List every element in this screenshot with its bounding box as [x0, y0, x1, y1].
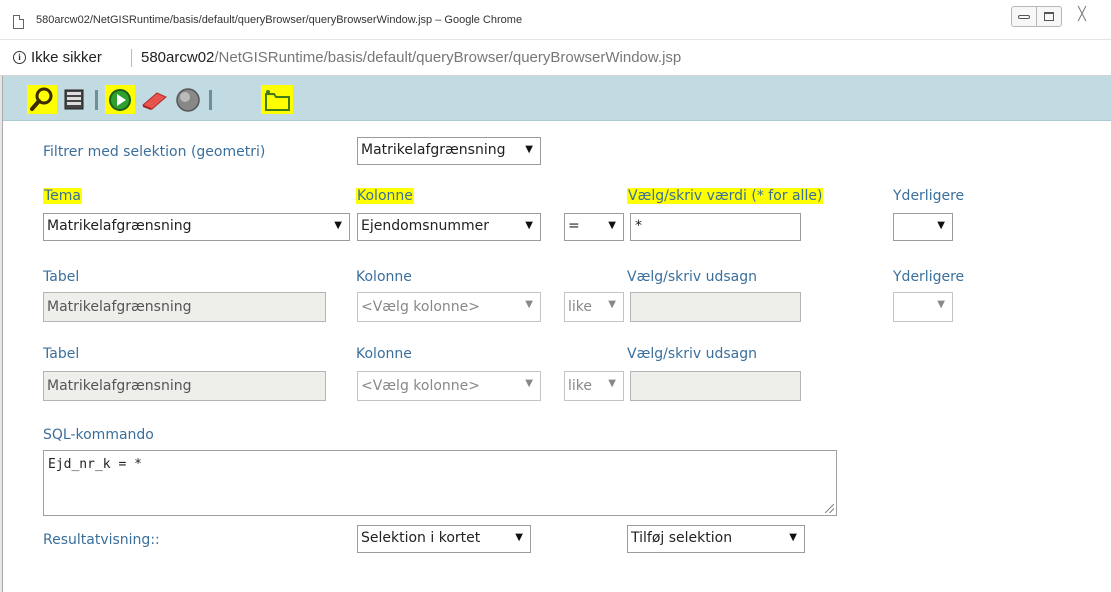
- sql-label: SQL-kommando: [43, 427, 154, 443]
- toolbar-separator: [95, 90, 98, 110]
- tema-label: Tema: [43, 188, 83, 204]
- polygon-select-icon: [265, 90, 290, 111]
- yderligere-select[interactable]: [893, 213, 953, 241]
- kolonne-select[interactable]: Ejendomsnummer: [357, 213, 541, 241]
- info-icon[interactable]: i: [13, 51, 26, 64]
- yderligere-select[interactable]: [893, 292, 953, 322]
- yderligere-label: Yderligere: [893, 269, 965, 285]
- sql-text: Ejd_nr_k = *: [48, 457, 142, 472]
- page-icon: [13, 15, 24, 29]
- kolonne-label: Kolonne: [356, 269, 412, 285]
- query-toolbar: [3, 76, 1111, 121]
- operator-select[interactable]: =: [564, 213, 624, 241]
- result-action-select[interactable]: Tilføj selektion: [627, 525, 805, 553]
- yderligere-label: Yderligere: [893, 188, 965, 204]
- udsagn-label: Vælg/skriv udsagn: [627, 269, 757, 285]
- magnifier-icon: [30, 87, 53, 111]
- kolonne-label: Kolonne: [356, 346, 412, 362]
- polygon-select-button[interactable]: [261, 85, 293, 114]
- kolonne-label: Kolonne: [356, 188, 414, 204]
- toolbar-separator: [209, 90, 212, 110]
- query-form: Filtrer med selektion (geometri) Matrike…: [3, 121, 1111, 592]
- tema-select[interactable]: Matrikelafgrænsning: [43, 213, 350, 241]
- search-tool-button[interactable]: [27, 85, 57, 114]
- udsagn-input[interactable]: [630, 371, 801, 401]
- close-icon: ╳: [1078, 7, 1086, 22]
- result-label: Resultatvisning::: [43, 532, 160, 548]
- window-title: 580arcw02/NetGISRuntime/basis/default/qu…: [36, 14, 523, 26]
- table-tool-button[interactable]: [59, 85, 89, 114]
- tabel-label: Tabel: [43, 269, 80, 285]
- operator-select[interactable]: like: [564, 292, 624, 322]
- kolonne-select[interactable]: <Vælg kolonne>: [357, 371, 541, 401]
- minimize-button[interactable]: [1011, 6, 1037, 27]
- kolonne-select[interactable]: <Vælg kolonne>: [357, 292, 541, 322]
- url-path: /NetGISRuntime/basis/default/queryBrowse…: [214, 49, 682, 66]
- globe-tool-button[interactable]: [173, 85, 203, 114]
- clear-button[interactable]: [139, 85, 169, 114]
- result-display-select[interactable]: Selektion i kortet: [357, 525, 531, 553]
- operator-select[interactable]: like: [564, 371, 624, 401]
- maximize-button[interactable]: [1036, 6, 1062, 27]
- url-text[interactable]: 580arcw02/NetGISRuntime/basis/default/qu…: [141, 49, 681, 66]
- minimize-icon: [1018, 15, 1030, 19]
- maximize-icon: [1044, 12, 1054, 21]
- play-icon: [109, 89, 131, 111]
- sql-textarea[interactable]: Ejd_nr_k = *: [43, 450, 837, 516]
- vaerdi-input[interactable]: *: [630, 213, 801, 241]
- vaerdi-label: Vælg/skriv værdi (* for alle): [627, 188, 824, 204]
- address-bar[interactable]: i Ikke sikker 580arcw02/NetGISRuntime/ba…: [0, 40, 1111, 76]
- tabel-label: Tabel: [43, 346, 80, 362]
- udsagn-label: Vælg/skriv udsagn: [627, 346, 757, 362]
- url-host: 580arcw02: [141, 49, 215, 66]
- udsagn-input[interactable]: [630, 292, 801, 322]
- globe-icon: [176, 88, 200, 112]
- filter-label: Filtrer med selektion (geometri): [43, 144, 266, 160]
- tabel-field: Matrikelafgrænsning: [43, 292, 326, 322]
- address-separator: [131, 49, 132, 67]
- window-titlebar: 580arcw02/NetGISRuntime/basis/default/qu…: [0, 0, 1111, 40]
- resize-grip-icon[interactable]: [825, 504, 834, 513]
- table-icon: [64, 89, 84, 110]
- security-label[interactable]: Ikke sikker: [31, 49, 102, 66]
- eraser-icon: [142, 92, 167, 110]
- close-button[interactable]: ╳: [1069, 6, 1095, 27]
- execute-query-button[interactable]: [105, 85, 135, 114]
- tabel-field: Matrikelafgrænsning: [43, 371, 326, 401]
- filter-geometry-select[interactable]: Matrikelafgrænsning: [357, 137, 541, 165]
